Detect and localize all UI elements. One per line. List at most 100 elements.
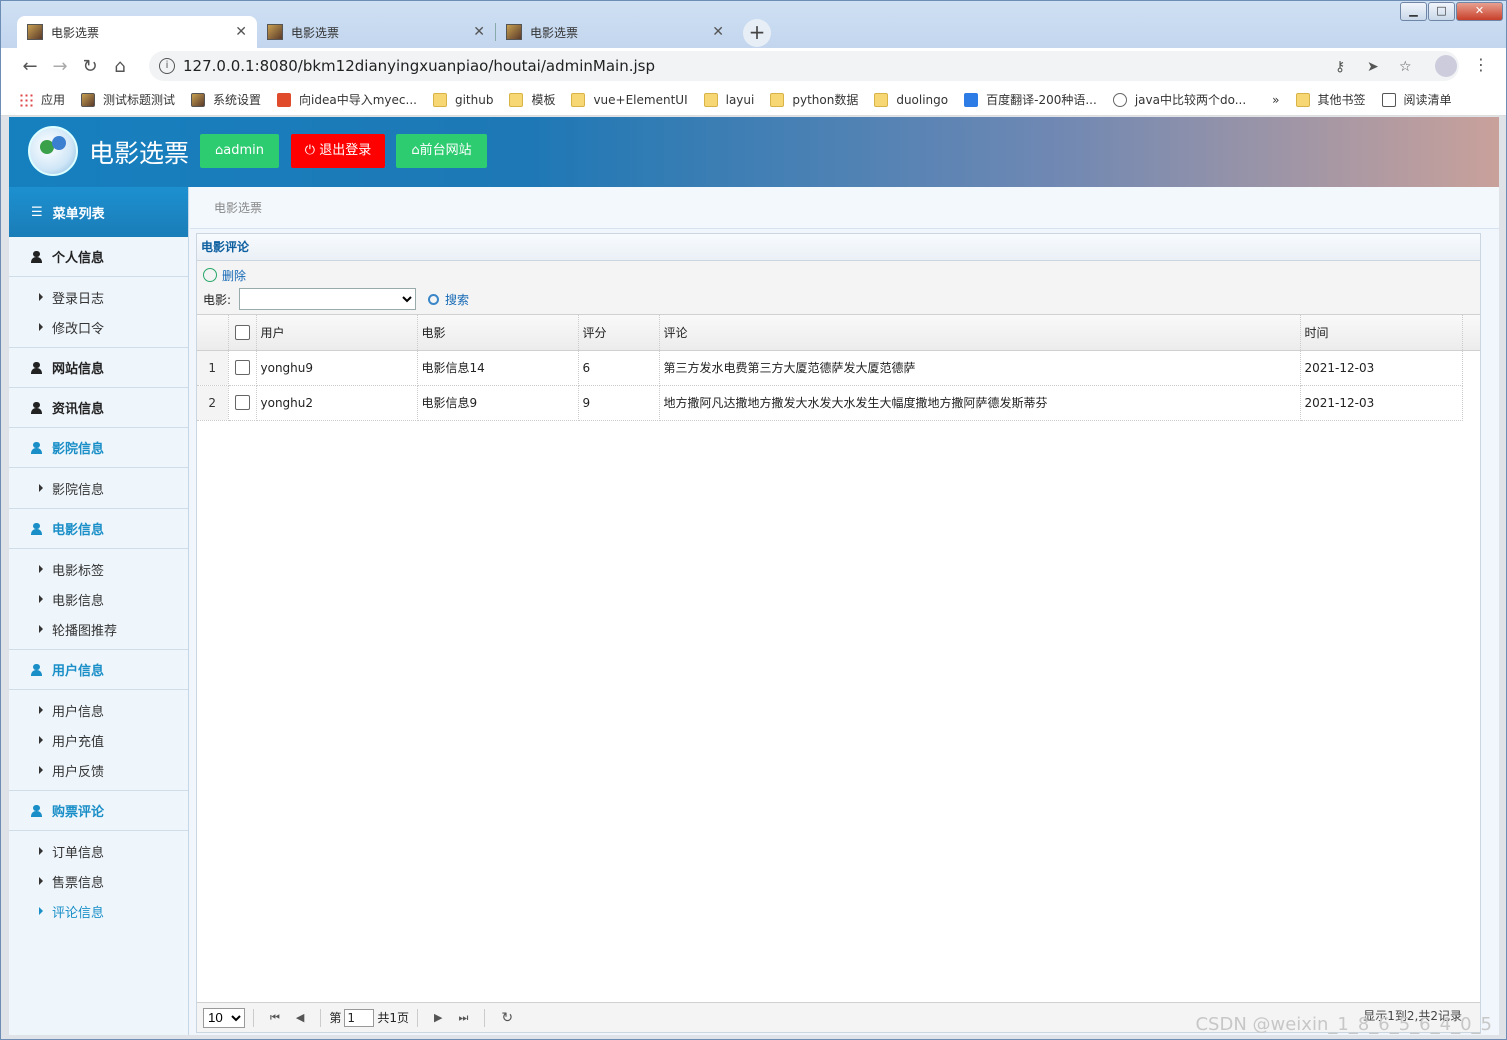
table-row[interactable]: 2 yonghu2 电影信息9 9 地方撒阿凡达撒地方撒发大水发大水发生大幅度撒… [197, 385, 1480, 421]
browser-tab-3[interactable]: 电影选票 ✕ [496, 16, 734, 48]
sidebar-group-news[interactable]: 资讯信息 [9, 388, 188, 428]
row-checkbox[interactable] [234, 360, 250, 375]
bookmark-apps[interactable]: 应用 [19, 91, 65, 108]
bookmark-folder[interactable]: layui [703, 92, 754, 107]
tab-close-icon[interactable]: ✕ [235, 24, 247, 40]
minimize-button[interactable]: ▁ [1400, 2, 1427, 21]
sidebar-group-ticket-comment[interactable]: 购票评论 [9, 791, 188, 831]
sidebar-item-user-recharge[interactable]: 用户充值 [9, 725, 188, 755]
sidebar-item-orders[interactable]: 订单信息 [9, 836, 188, 866]
tab-close-icon[interactable]: ✕ [473, 24, 485, 40]
maximize-button[interactable]: □ [1428, 2, 1455, 21]
page-number-input[interactable]: 1 [344, 1008, 375, 1027]
browser-menu-icon[interactable]: ⋮ [1473, 55, 1489, 74]
sidebar-group-user[interactable]: 用户信息 [9, 650, 188, 690]
admin-button[interactable]: ⌂admin [200, 134, 279, 168]
bookmark-folder[interactable]: duolingo [874, 92, 949, 107]
other-bookmarks[interactable]: 其他书签 [1295, 91, 1366, 108]
reload-icon[interactable]: ↻ [75, 56, 105, 77]
bookmarks-overflow-icon[interactable]: » [1272, 93, 1279, 107]
back-arrow-icon[interactable]: ← [15, 56, 45, 77]
key-icon[interactable]: ⚷ [1335, 59, 1345, 75]
bookmark-item[interactable]: 百度翻译-200种语... [964, 91, 1097, 108]
frontend-site-button[interactable]: ⌂前台网站 [396, 134, 487, 168]
sidebar-item-cinema-info[interactable]: 影院信息 [9, 473, 188, 503]
empty-cell [1462, 350, 1480, 385]
browser-window: 电影选票 ✕ 电影选票 ✕ 电影选票 ✕ + ▁ □ ✕ ← → ↻ ⌂ i 1… [0, 0, 1507, 1040]
delete-button[interactable]: 删除 [203, 265, 1474, 285]
browser-tab-1[interactable]: 电影选票 ✕ [17, 16, 257, 48]
column-header-time[interactable]: 时间 [1300, 315, 1463, 351]
user-icon [31, 361, 42, 374]
sidebar-item-comments[interactable]: 评论信息 [9, 896, 188, 926]
site-header: 电影选票 ⌂admin ⏻ 退出登录 ⌂前台网站 [9, 117, 1499, 187]
sidebar-item-movie-tags[interactable]: 电影标签 [9, 554, 188, 584]
window-close-button[interactable]: ✕ [1456, 2, 1503, 21]
bookmark-folder[interactable]: vue+ElementUI [571, 92, 688, 107]
prev-page-icon[interactable]: ◀ [296, 1011, 304, 1024]
bookmark-label: java中比较两个do... [1134, 93, 1247, 107]
select-all-checkbox[interactable] [234, 324, 250, 340]
column-header-user[interactable]: 用户 [256, 315, 418, 351]
bookmark-folder[interactable]: github [432, 92, 493, 107]
sidebar-item-change-password[interactable]: 修改口令 [9, 312, 188, 342]
column-header-comment[interactable]: 评论 [659, 315, 1301, 351]
forward-arrow-icon[interactable]: → [45, 56, 75, 77]
bookmark-item[interactable]: 系统设置 [191, 91, 261, 108]
reading-list[interactable]: 阅读清单 [1381, 91, 1452, 108]
bookmark-label: duolingo [896, 92, 949, 107]
column-header-score[interactable]: 评分 [578, 315, 660, 351]
home-icon[interactable]: ⌂ [105, 56, 135, 77]
folder-icon [1295, 92, 1310, 107]
next-page-icon[interactable]: ▶ [434, 1011, 442, 1024]
cell-comment: 第三方发水电费第三方大厦范德萨发大厦范德萨 [659, 350, 1301, 386]
sidebar-item-carousel[interactable]: 轮播图推荐 [9, 614, 188, 644]
movie-filter-select[interactable] [239, 288, 417, 310]
row-number: 1 [197, 350, 229, 386]
bookmark-item[interactable]: 向idea中导入myec... [277, 91, 417, 108]
new-tab-button[interactable]: + [743, 19, 771, 47]
first-page-icon[interactable]: ⏮ [270, 1011, 280, 1025]
profile-avatar-icon[interactable] [1435, 55, 1457, 77]
bookmark-label: 模板 [531, 93, 556, 107]
bookmark-label: 阅读清单 [1403, 93, 1452, 107]
browser-tab-2[interactable]: 电影选票 ✕ [257, 16, 495, 48]
select-all-cell [228, 315, 257, 351]
folder-icon [432, 92, 447, 107]
star-icon[interactable]: ☆ [1399, 59, 1412, 75]
sidebar-item-user-feedback[interactable]: 用户反馈 [9, 755, 188, 785]
bookmark-item[interactable]: 测试标题测试 [81, 91, 175, 108]
tab-title: 电影选票 [530, 25, 579, 40]
bookmark-item[interactable]: java中比较两个do... [1112, 91, 1247, 108]
address-bar[interactable]: i 127.0.0.1:8080/bkm12dianyingxuanpiao/h… [149, 51, 1459, 81]
tab-favicon-icon [267, 24, 283, 40]
sidebar-group-website[interactable]: 网站信息 [9, 348, 188, 388]
folder-icon [571, 92, 586, 107]
page-size-select[interactable]: 10 [203, 1007, 245, 1028]
scrollbar-header [1462, 315, 1480, 351]
sidebar-group-cinema[interactable]: 影院信息 [9, 428, 188, 468]
sidebar-group-movie[interactable]: 电影信息 [9, 509, 188, 549]
last-page-icon[interactable]: ⏭ [459, 1011, 469, 1025]
send-icon[interactable]: ➤ [1367, 59, 1379, 75]
sidebar-group-personal[interactable]: 个人信息 [9, 237, 188, 277]
bookmark-label: 系统设置 [213, 93, 262, 107]
table-row[interactable]: 1 yonghu9 电影信息14 6 第三方发水电费第三方大厦范德萨发大厦范德萨… [197, 350, 1480, 386]
logout-button[interactable]: ⏻ 退出登录 [291, 134, 385, 168]
row-select-cell [228, 385, 257, 421]
sidebar-item-movie-info[interactable]: 电影信息 [9, 584, 188, 614]
bookmark-folder[interactable]: 模板 [509, 91, 555, 108]
sidebar-item-login-log[interactable]: 登录日志 [9, 282, 188, 312]
bookmark-folder[interactable]: python数据 [770, 91, 858, 108]
column-header-movie[interactable]: 电影 [417, 315, 579, 351]
site-info-icon[interactable]: i [159, 58, 175, 74]
table-header-row: 用户 电影 评分 评论 时间 [197, 315, 1480, 351]
sidebar-item-sales[interactable]: 售票信息 [9, 866, 188, 896]
row-checkbox[interactable] [234, 395, 250, 410]
search-button[interactable]: 搜索 [428, 291, 469, 308]
sidebar-item-user-info[interactable]: 用户信息 [9, 695, 188, 725]
bookmark-label: python数据 [792, 93, 859, 107]
user-icon [31, 441, 42, 454]
refresh-icon[interactable]: ↻ [501, 1010, 513, 1026]
tab-close-icon[interactable]: ✕ [712, 24, 724, 40]
